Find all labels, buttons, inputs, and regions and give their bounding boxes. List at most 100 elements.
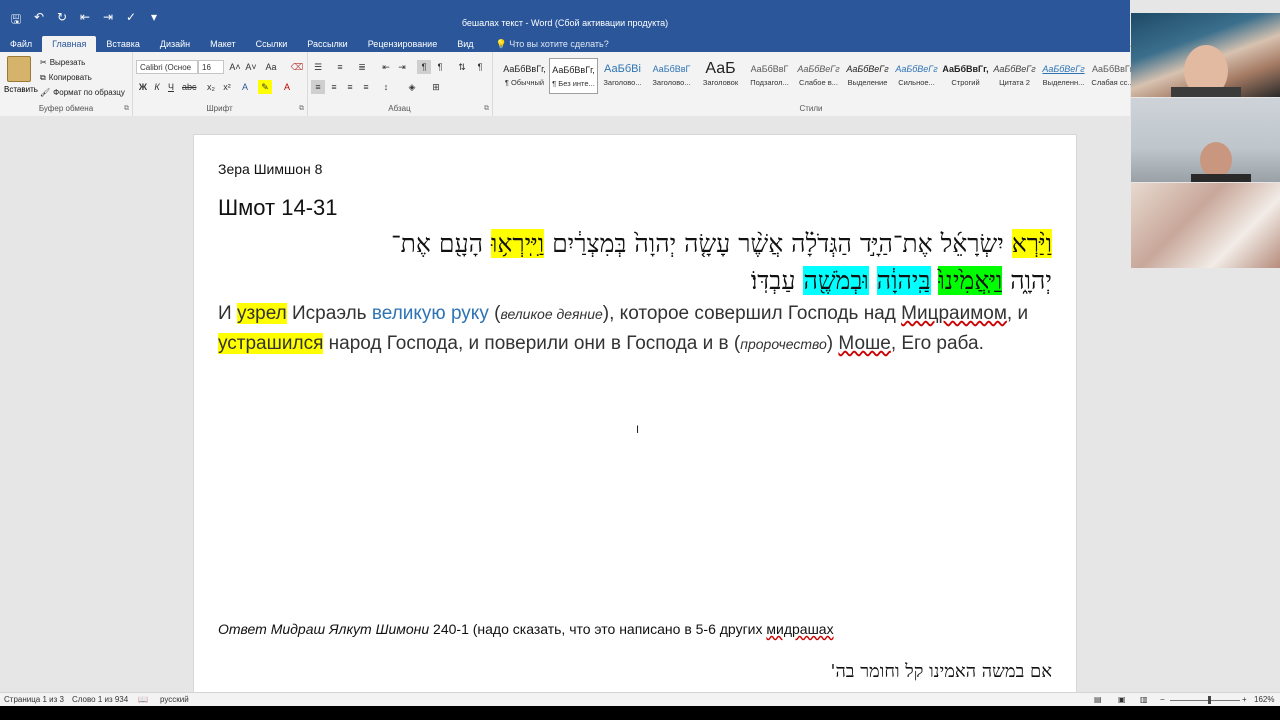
font-name-box[interactable]: Calibri (Осное: [136, 60, 198, 74]
change-case-icon[interactable]: Aa: [264, 60, 278, 74]
line-spacing-icon[interactable]: ↕: [379, 80, 393, 94]
scissors-icon: ✂: [40, 58, 47, 67]
italic-icon[interactable]: К: [150, 80, 164, 94]
paste-button[interactable]: Вставить: [4, 56, 38, 94]
page-count[interactable]: Страница 1 из 3: [4, 695, 64, 704]
cut-button[interactable]: ✂ Вырезать: [40, 55, 125, 70]
font-size-box[interactable]: 16: [198, 60, 224, 74]
style-heading2[interactable]: АаБбВвГ Заголово...: [647, 58, 696, 94]
font-color-icon[interactable]: A: [280, 80, 294, 94]
ribbon-tabs: Файл Главная Вставка Дизайн Макет Ссылки…: [0, 36, 1130, 52]
style-intense-quote[interactable]: АаБбВеГг Выделенн...: [1039, 58, 1088, 94]
doc-heading: Шмот 14-31: [218, 195, 338, 220]
tab-review[interactable]: Рецензирование: [358, 36, 448, 52]
shading-icon[interactable]: ◈: [405, 80, 419, 94]
print-layout-icon[interactable]: ▣: [1118, 695, 1126, 704]
brush-icon: 🖌: [40, 88, 51, 97]
styles-label: Стили: [799, 104, 823, 113]
text-cursor-icon: I: [636, 424, 640, 436]
font-launcher-icon[interactable]: ⧉: [299, 105, 304, 113]
align-center-icon[interactable]: ≡: [327, 80, 341, 94]
document-workspace: Зера Шимшон 8 Шмот 14-31 וַיַּ֨רְא יִשְׂ…: [0, 116, 1280, 706]
subscript-icon[interactable]: x₂: [204, 80, 218, 94]
web-layout-icon[interactable]: ▥: [1140, 695, 1148, 704]
align-left-icon[interactable]: ≡: [311, 80, 325, 94]
bullets-icon[interactable]: ☰: [311, 60, 325, 74]
font-group: Calibri (Осное 16 A˄ A˅ Aa ⌫ Ж К Ч abc x…: [132, 52, 308, 116]
strikethrough-icon[interactable]: abc: [182, 80, 197, 94]
numbering-icon[interactable]: ≡: [333, 60, 347, 74]
justify-icon[interactable]: ≡: [359, 80, 373, 94]
ltr-icon[interactable]: ¶: [417, 60, 431, 74]
clear-format-icon[interactable]: ⌫: [290, 60, 304, 74]
tell-me-box[interactable]: 💡 Что вы хотите сделать?: [484, 36, 609, 52]
hebrew-verse: וַיַּ֨רְא יִשְׂרָאֵ֜ל אֶת־הַיָּ֣ד הַגְּד…: [218, 225, 1052, 299]
underline-icon[interactable]: Ч: [164, 80, 178, 94]
highlight-icon[interactable]: ✎: [258, 80, 272, 94]
doc-line-zera: Зера Шимшон 8: [218, 161, 323, 177]
tab-mailings[interactable]: Рассылки: [297, 36, 357, 52]
tab-view[interactable]: Вид: [447, 36, 483, 52]
style-subtle-emphasis[interactable]: АаБбВеГг Слабое в...: [794, 58, 843, 94]
paste-icon: [7, 56, 31, 82]
participant-2-icon: [1191, 142, 1251, 182]
clipboard-label: Буфер обмена: [38, 104, 94, 113]
zoom-slider[interactable]: [1170, 700, 1240, 701]
word-count[interactable]: Слово 1 из 934: [72, 695, 128, 704]
style-subtitle[interactable]: АаБбВвГ Подзагол...: [745, 58, 794, 94]
decrease-indent-icon[interactable]: ⇤: [379, 60, 393, 74]
bold-icon[interactable]: Ж: [136, 80, 150, 94]
style-normal[interactable]: АаБбВвГг, ¶ Обычный: [500, 58, 549, 94]
hebrew-line-1: וַיַּ֨רְא יִשְׂרָאֵ֜ל אֶת־הַיָּ֣ד הַגְּד…: [391, 229, 1052, 258]
zoom-slider-thumb[interactable]: [1208, 696, 1211, 704]
style-emphasis[interactable]: АаБбВеГг Выделение: [843, 58, 892, 94]
status-bar: Страница 1 из 3 Слово 1 из 934 📖 русский…: [0, 692, 1280, 707]
copy-icon: ⧉: [40, 72, 46, 82]
tab-layout[interactable]: Макет: [200, 36, 245, 52]
style-quote2[interactable]: АаБбВеГг Цитата 2: [990, 58, 1039, 94]
align-right-icon[interactable]: ≡: [343, 80, 357, 94]
style-title[interactable]: АаБ Заголовок: [696, 58, 745, 94]
style-no-spacing[interactable]: АаБбВвГг, ¶ Без инте...: [549, 58, 598, 94]
zoom-level[interactable]: 162%: [1254, 695, 1274, 704]
shrink-font-icon[interactable]: A˅: [244, 60, 258, 74]
style-intense-emphasis[interactable]: АаБбВеГг Сильное...: [892, 58, 941, 94]
tab-file[interactable]: Файл: [0, 36, 42, 52]
paragraph-launcher-icon[interactable]: ⧉: [484, 105, 489, 113]
tab-references[interactable]: Ссылки: [246, 36, 298, 52]
clipboard-launcher-icon[interactable]: ⧉: [124, 105, 129, 113]
zoom-in-icon[interactable]: +: [1242, 695, 1247, 704]
tab-design[interactable]: Дизайн: [150, 36, 200, 52]
multilevel-list-icon[interactable]: ≣: [355, 60, 369, 74]
paragraph-group: ☰ ≡ ≣ ⇤ ⇥ ¶ ¶ ⇅ ¶ ≡ ≡ ≡ ≡ ↕ ◈ ⊞ Абзац ⧉: [307, 52, 493, 116]
language-indicator[interactable]: русский: [160, 695, 189, 704]
translation-paragraph: И узрел Исраэль великую руку (великое де…: [218, 303, 1029, 354]
style-heading1[interactable]: АаБбВі Заголово...: [598, 58, 647, 94]
format-painter-button[interactable]: 🖌 Формат по образцу: [40, 85, 125, 100]
sort-icon[interactable]: ⇅: [455, 60, 469, 74]
borders-icon[interactable]: ⊞: [429, 80, 443, 94]
copy-button[interactable]: ⧉ Копировать: [40, 70, 125, 85]
grow-font-icon[interactable]: A˄: [228, 60, 242, 74]
style-strong[interactable]: АаБбВвГг, Строгий: [941, 58, 990, 94]
style-subtle-reference[interactable]: АаБбВвГг Слабая сс...: [1088, 58, 1137, 94]
increase-indent-icon[interactable]: ⇥: [395, 60, 409, 74]
clipboard-group: Вставить ✂ Вырезать ⧉ Копировать 🖌 Формат п…: [0, 52, 133, 116]
show-marks-icon[interactable]: ¶: [473, 60, 487, 74]
read-mode-icon[interactable]: ▤: [1094, 695, 1102, 704]
document-page[interactable]: Зера Шимшон 8 Шмот 14-31 וַיַּ֨רְא יִשְׂ…: [193, 134, 1077, 706]
bottom-black-bar: [0, 706, 1280, 720]
title-bar: 🖫 ↶ ↻ ⇤ ⇥ ✓ ▾ бешалах текст - Word (Сбой…: [0, 0, 1130, 36]
superscript-icon[interactable]: x²: [220, 80, 234, 94]
rtl-icon[interactable]: ¶: [433, 60, 447, 74]
tab-home[interactable]: Главная: [42, 36, 97, 52]
hebrew-line-2: יְהוָ֑ה וַיַּֽאֲמִ֙ינוּ֙ בַּֽיהוָ֔ה וּבְ…: [750, 266, 1052, 295]
video-tile-2: [1131, 98, 1280, 182]
proofing-icon[interactable]: 📖: [138, 695, 148, 704]
paragraph-label: Абзац: [388, 104, 411, 113]
participant-1-icon: [1171, 45, 1241, 97]
tab-insert[interactable]: Вставка: [96, 36, 149, 52]
answer-line: Ответ Мидраш Ялкут Шимони 240-1 (надо ск…: [218, 621, 834, 637]
text-effects-icon[interactable]: A: [238, 80, 252, 94]
zoom-out-icon[interactable]: −: [1160, 695, 1165, 704]
